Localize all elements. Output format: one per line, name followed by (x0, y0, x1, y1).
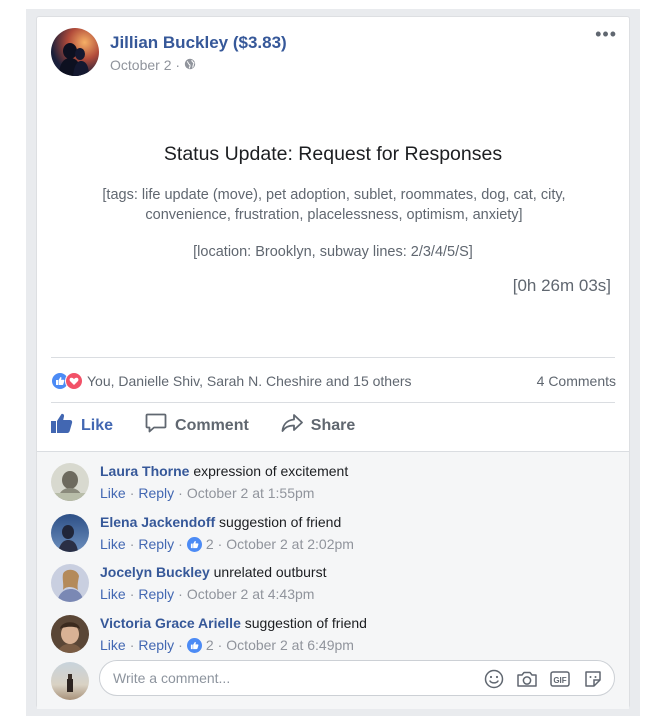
comment-time[interactable]: October 2 at 6:49pm (226, 637, 354, 653)
comment-text: unrelated outburst (213, 564, 327, 580)
globe-icon[interactable] (184, 57, 196, 73)
share-arrow-icon (281, 413, 303, 438)
comment-reply-link[interactable]: Reply (138, 536, 174, 552)
comment-content: Jocelyn Buckley unrelated outburst (100, 564, 326, 580)
commenter-avatar[interactable] (51, 564, 89, 602)
comment-text: suggestion of friend (219, 514, 342, 530)
comment-time[interactable]: October 2 at 1:55pm (187, 485, 315, 501)
separator-dot: · (178, 536, 183, 552)
post-card: Jillian Buckley ($3.83) October 2 · ••• … (36, 16, 630, 709)
comment-text: suggestion of friend (244, 615, 367, 631)
comments-count-link[interactable]: 4 Comments (537, 373, 616, 389)
like-count-icon (186, 536, 202, 552)
comment-meta: Like · Reply · 2 · October 2 at 2:02pm (100, 536, 354, 552)
comment-reply-link[interactable]: Reply (138, 637, 174, 653)
comment-time[interactable]: October 2 at 2:02pm (226, 536, 354, 552)
separator-dot: · (178, 637, 183, 653)
comment-body: Laura Thorne expression of excitement Li… (100, 463, 348, 501)
emoji-icon[interactable] (483, 668, 505, 690)
commenter-avatar[interactable] (51, 615, 89, 653)
comment-like-count[interactable]: 2 (206, 536, 214, 552)
comment-meta: Like · Reply · October 2 at 1:55pm (100, 485, 348, 501)
post-title: Status Update: Request for Responses (163, 143, 503, 165)
reactions-summary[interactable]: You, Danielle Shiv, Sarah N. Cheshire an… (51, 372, 412, 390)
comment-reply-link[interactable]: Reply (138, 586, 174, 602)
svg-text:GIF: GIF (553, 676, 566, 685)
gif-icon[interactable]: GIF (549, 668, 571, 690)
divider (51, 402, 615, 403)
author-name[interactable]: Jillian Buckley ($3.83) (110, 33, 287, 53)
separator-dot: · (129, 637, 135, 653)
divider (51, 357, 615, 358)
thumbs-up-icon (51, 413, 73, 438)
comment-body: Jocelyn Buckley unrelated outburst Like … (100, 564, 326, 602)
separator-dot: · (129, 485, 135, 501)
comment-body: Victoria Grace Arielle suggestion of fri… (100, 615, 367, 653)
reactions-text[interactable]: You, Danielle Shiv, Sarah N. Cheshire an… (87, 373, 412, 389)
separator-dot: · (129, 586, 135, 602)
comment-input[interactable]: Write a comment... GIF (99, 660, 615, 696)
composer-icons: GIF (483, 668, 604, 690)
reaction-icons (51, 372, 83, 390)
commenter-name[interactable]: Victoria Grace Arielle (100, 615, 241, 631)
comment-time[interactable]: October 2 at 4:43pm (187, 586, 315, 602)
commenter-name[interactable]: Jocelyn Buckley (100, 564, 210, 580)
comment-like-link[interactable]: Like (100, 485, 126, 501)
comment-button[interactable]: Comment (145, 413, 249, 438)
comment-input-placeholder[interactable]: Write a comment... (113, 670, 230, 686)
comment-content: Laura Thorne expression of excitement (100, 463, 348, 479)
commenter-name[interactable]: Laura Thorne (100, 463, 189, 479)
post-timer: [0h 26m 03s] (512, 276, 611, 295)
comment-like-link[interactable]: Like (100, 637, 126, 653)
comment-content: Elena Jackendoff suggestion of friend (100, 514, 354, 530)
share-label: Share (310, 416, 356, 434)
comment-reply-link[interactable]: Reply (138, 485, 174, 501)
comment-like-count[interactable]: 2 (206, 637, 214, 653)
share-button[interactable]: Share (281, 413, 355, 438)
commenter-avatar[interactable] (51, 463, 89, 501)
separator-dot: · (217, 536, 223, 552)
love-reaction-icon (65, 372, 83, 390)
camera-icon[interactable] (516, 668, 538, 690)
separator-dot: · (129, 536, 135, 552)
post-date: October 2 · (110, 57, 196, 73)
sticker-icon[interactable] (582, 668, 604, 690)
post-date-text[interactable]: October 2 · (110, 57, 180, 73)
author-avatar[interactable] (51, 28, 99, 76)
separator-dot: · (178, 485, 183, 501)
comment-text: expression of excitement (193, 463, 349, 479)
separator-dot: · (217, 637, 223, 653)
like-label: Like (81, 416, 114, 434)
speech-bubble-icon (145, 413, 167, 438)
comment-like-link[interactable]: Like (100, 586, 126, 602)
comment-like-link[interactable]: Like (100, 536, 126, 552)
comment-label: Comment (175, 416, 249, 434)
like-button[interactable]: Like (51, 413, 113, 438)
commenter-avatar[interactable] (51, 514, 89, 552)
separator-dot: · (178, 586, 183, 602)
post-tags: [tags: life update (move), pet adoption,… (102, 187, 566, 223)
like-count-icon (186, 637, 202, 653)
comment-content: Victoria Grace Arielle suggestion of fri… (100, 615, 367, 631)
my-avatar[interactable] (51, 662, 89, 700)
comment-body: Elena Jackendoff suggestion of friend Li… (100, 514, 354, 552)
post-location: [location: Brooklyn, subway lines: 2/3/4… (193, 244, 473, 260)
post-actions: Like Comment Share (51, 413, 387, 438)
comment-meta: Like · Reply · October 2 at 4:43pm (100, 586, 326, 602)
comment-meta: Like · Reply · 2 · October 2 at 6:49pm (100, 637, 367, 653)
commenter-name[interactable]: Elena Jackendoff (100, 514, 215, 530)
more-options-icon[interactable]: ••• (595, 25, 617, 43)
